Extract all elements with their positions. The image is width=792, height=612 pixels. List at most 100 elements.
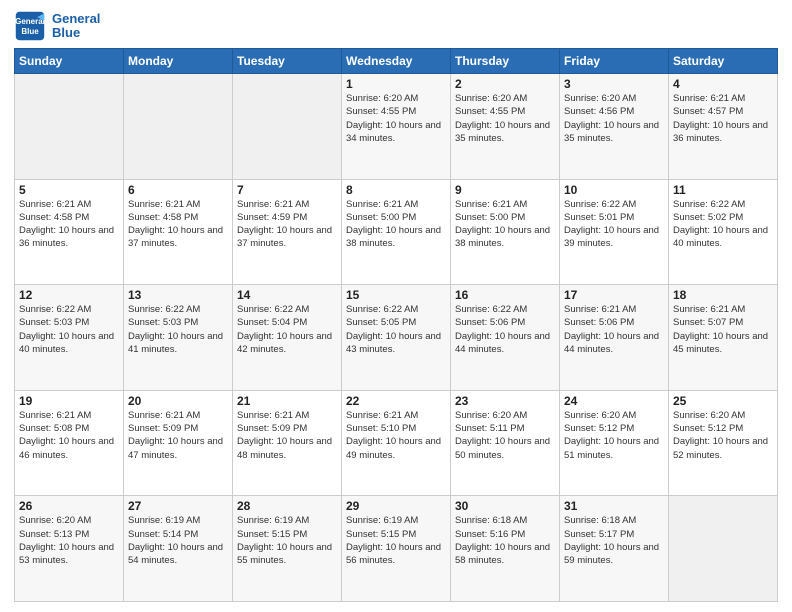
day-info: Sunrise: 6:18 AMSunset: 5:16 PMDaylight:…: [455, 514, 555, 567]
day-cell: 17Sunrise: 6:21 AMSunset: 5:06 PMDayligh…: [560, 285, 669, 391]
day-cell: 12Sunrise: 6:22 AMSunset: 5:03 PMDayligh…: [15, 285, 124, 391]
day-cell: 4Sunrise: 6:21 AMSunset: 4:57 PMDaylight…: [669, 74, 778, 180]
day-info: Sunrise: 6:22 AMSunset: 5:03 PMDaylight:…: [19, 303, 119, 356]
week-row-3: 12Sunrise: 6:22 AMSunset: 5:03 PMDayligh…: [15, 285, 778, 391]
week-row-1: 1Sunrise: 6:20 AMSunset: 4:55 PMDaylight…: [15, 74, 778, 180]
day-number: 3: [564, 77, 664, 91]
day-cell: [124, 74, 233, 180]
day-cell: 1Sunrise: 6:20 AMSunset: 4:55 PMDaylight…: [342, 74, 451, 180]
weekday-header-wednesday: Wednesday: [342, 49, 451, 74]
day-info: Sunrise: 6:22 AMSunset: 5:01 PMDaylight:…: [564, 198, 664, 251]
day-number: 15: [346, 288, 446, 302]
day-info: Sunrise: 6:18 AMSunset: 5:17 PMDaylight:…: [564, 514, 664, 567]
day-cell: 26Sunrise: 6:20 AMSunset: 5:13 PMDayligh…: [15, 496, 124, 602]
day-number: 24: [564, 394, 664, 408]
day-info: Sunrise: 6:19 AMSunset: 5:15 PMDaylight:…: [346, 514, 446, 567]
day-number: 11: [673, 183, 773, 197]
day-number: 18: [673, 288, 773, 302]
day-info: Sunrise: 6:21 AMSunset: 5:00 PMDaylight:…: [346, 198, 446, 251]
day-number: 29: [346, 499, 446, 513]
day-cell: 5Sunrise: 6:21 AMSunset: 4:58 PMDaylight…: [15, 179, 124, 285]
calendar-table: SundayMondayTuesdayWednesdayThursdayFrid…: [14, 48, 778, 602]
calendar-header: SundayMondayTuesdayWednesdayThursdayFrid…: [15, 49, 778, 74]
day-info: Sunrise: 6:20 AMSunset: 5:13 PMDaylight:…: [19, 514, 119, 567]
day-number: 2: [455, 77, 555, 91]
day-cell: 8Sunrise: 6:21 AMSunset: 5:00 PMDaylight…: [342, 179, 451, 285]
day-cell: 24Sunrise: 6:20 AMSunset: 5:12 PMDayligh…: [560, 390, 669, 496]
day-cell: 21Sunrise: 6:21 AMSunset: 5:09 PMDayligh…: [233, 390, 342, 496]
day-info: Sunrise: 6:20 AMSunset: 4:56 PMDaylight:…: [564, 92, 664, 145]
day-cell: 27Sunrise: 6:19 AMSunset: 5:14 PMDayligh…: [124, 496, 233, 602]
day-cell: 29Sunrise: 6:19 AMSunset: 5:15 PMDayligh…: [342, 496, 451, 602]
day-number: 8: [346, 183, 446, 197]
day-number: 31: [564, 499, 664, 513]
day-info: Sunrise: 6:20 AMSunset: 5:11 PMDaylight:…: [455, 409, 555, 462]
day-cell: 19Sunrise: 6:21 AMSunset: 5:08 PMDayligh…: [15, 390, 124, 496]
day-info: Sunrise: 6:21 AMSunset: 5:06 PMDaylight:…: [564, 303, 664, 356]
day-info: Sunrise: 6:21 AMSunset: 4:58 PMDaylight:…: [19, 198, 119, 251]
weekday-header-row: SundayMondayTuesdayWednesdayThursdayFrid…: [15, 49, 778, 74]
day-info: Sunrise: 6:22 AMSunset: 5:02 PMDaylight:…: [673, 198, 773, 251]
day-cell: 10Sunrise: 6:22 AMSunset: 5:01 PMDayligh…: [560, 179, 669, 285]
header: General Blue GeneralBlue: [14, 10, 778, 42]
day-cell: 31Sunrise: 6:18 AMSunset: 5:17 PMDayligh…: [560, 496, 669, 602]
day-number: 1: [346, 77, 446, 91]
day-cell: 22Sunrise: 6:21 AMSunset: 5:10 PMDayligh…: [342, 390, 451, 496]
day-cell: 13Sunrise: 6:22 AMSunset: 5:03 PMDayligh…: [124, 285, 233, 391]
day-cell: 15Sunrise: 6:22 AMSunset: 5:05 PMDayligh…: [342, 285, 451, 391]
day-cell: 11Sunrise: 6:22 AMSunset: 5:02 PMDayligh…: [669, 179, 778, 285]
weekday-header-monday: Monday: [124, 49, 233, 74]
day-cell: 20Sunrise: 6:21 AMSunset: 5:09 PMDayligh…: [124, 390, 233, 496]
day-cell: 7Sunrise: 6:21 AMSunset: 4:59 PMDaylight…: [233, 179, 342, 285]
day-info: Sunrise: 6:20 AMSunset: 4:55 PMDaylight:…: [346, 92, 446, 145]
day-info: Sunrise: 6:22 AMSunset: 5:04 PMDaylight:…: [237, 303, 337, 356]
day-info: Sunrise: 6:19 AMSunset: 5:15 PMDaylight:…: [237, 514, 337, 567]
day-info: Sunrise: 6:22 AMSunset: 5:03 PMDaylight:…: [128, 303, 228, 356]
weekday-header-tuesday: Tuesday: [233, 49, 342, 74]
day-info: Sunrise: 6:21 AMSunset: 5:00 PMDaylight:…: [455, 198, 555, 251]
day-number: 16: [455, 288, 555, 302]
day-info: Sunrise: 6:20 AMSunset: 5:12 PMDaylight:…: [673, 409, 773, 462]
day-info: Sunrise: 6:21 AMSunset: 5:08 PMDaylight:…: [19, 409, 119, 462]
day-cell: 23Sunrise: 6:20 AMSunset: 5:11 PMDayligh…: [451, 390, 560, 496]
day-number: 14: [237, 288, 337, 302]
day-cell: 14Sunrise: 6:22 AMSunset: 5:04 PMDayligh…: [233, 285, 342, 391]
day-cell: 28Sunrise: 6:19 AMSunset: 5:15 PMDayligh…: [233, 496, 342, 602]
weekday-header-friday: Friday: [560, 49, 669, 74]
day-cell: [233, 74, 342, 180]
day-cell: 3Sunrise: 6:20 AMSunset: 4:56 PMDaylight…: [560, 74, 669, 180]
day-cell: 6Sunrise: 6:21 AMSunset: 4:58 PMDaylight…: [124, 179, 233, 285]
day-cell: 18Sunrise: 6:21 AMSunset: 5:07 PMDayligh…: [669, 285, 778, 391]
day-number: 12: [19, 288, 119, 302]
day-number: 27: [128, 499, 228, 513]
day-number: 21: [237, 394, 337, 408]
day-info: Sunrise: 6:21 AMSunset: 5:10 PMDaylight:…: [346, 409, 446, 462]
weekday-header-thursday: Thursday: [451, 49, 560, 74]
day-cell: 16Sunrise: 6:22 AMSunset: 5:06 PMDayligh…: [451, 285, 560, 391]
weekday-header-saturday: Saturday: [669, 49, 778, 74]
day-info: Sunrise: 6:21 AMSunset: 5:07 PMDaylight:…: [673, 303, 773, 356]
day-number: 5: [19, 183, 119, 197]
day-info: Sunrise: 6:22 AMSunset: 5:06 PMDaylight:…: [455, 303, 555, 356]
day-info: Sunrise: 6:20 AMSunset: 4:55 PMDaylight:…: [455, 92, 555, 145]
day-cell: [15, 74, 124, 180]
day-info: Sunrise: 6:21 AMSunset: 5:09 PMDaylight:…: [128, 409, 228, 462]
day-number: 30: [455, 499, 555, 513]
day-info: Sunrise: 6:21 AMSunset: 4:58 PMDaylight:…: [128, 198, 228, 251]
day-info: Sunrise: 6:22 AMSunset: 5:05 PMDaylight:…: [346, 303, 446, 356]
week-row-2: 5Sunrise: 6:21 AMSunset: 4:58 PMDaylight…: [15, 179, 778, 285]
svg-text:Blue: Blue: [21, 27, 39, 36]
day-info: Sunrise: 6:21 AMSunset: 4:57 PMDaylight:…: [673, 92, 773, 145]
logo-icon: General Blue: [14, 10, 46, 42]
day-number: 19: [19, 394, 119, 408]
day-info: Sunrise: 6:19 AMSunset: 5:14 PMDaylight:…: [128, 514, 228, 567]
day-number: 7: [237, 183, 337, 197]
week-row-4: 19Sunrise: 6:21 AMSunset: 5:08 PMDayligh…: [15, 390, 778, 496]
day-number: 23: [455, 394, 555, 408]
day-number: 4: [673, 77, 773, 91]
calendar-body: 1Sunrise: 6:20 AMSunset: 4:55 PMDaylight…: [15, 74, 778, 602]
day-info: Sunrise: 6:21 AMSunset: 4:59 PMDaylight:…: [237, 198, 337, 251]
day-cell: 25Sunrise: 6:20 AMSunset: 5:12 PMDayligh…: [669, 390, 778, 496]
day-number: 17: [564, 288, 664, 302]
week-row-5: 26Sunrise: 6:20 AMSunset: 5:13 PMDayligh…: [15, 496, 778, 602]
